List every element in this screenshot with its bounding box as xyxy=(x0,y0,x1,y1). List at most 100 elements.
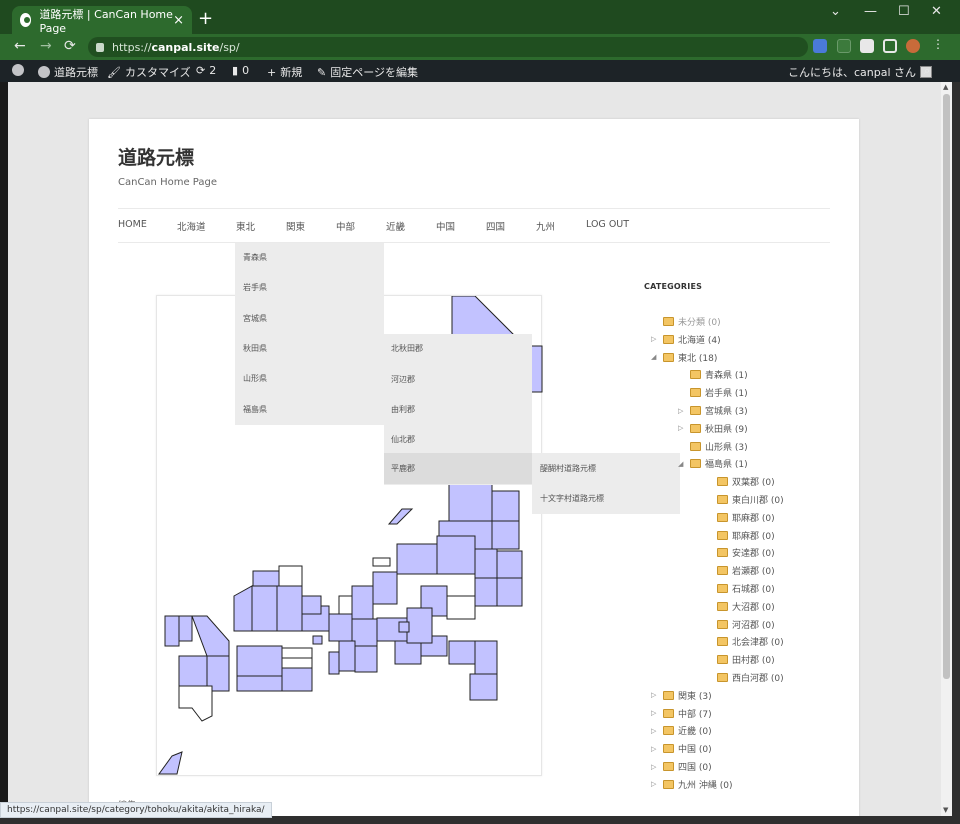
category-item[interactable]: ▷ 関東 (3) xyxy=(651,689,712,702)
map-region[interactable] xyxy=(281,667,313,692)
collapse-arrow-icon[interactable]: ◢ xyxy=(651,353,663,361)
category-item[interactable]: ▷ 近畿 (0) xyxy=(651,724,712,737)
map-region[interactable] xyxy=(236,675,283,692)
submenu-item-miyagi[interactable]: 宮城県 xyxy=(243,313,267,324)
site-title[interactable]: 道路元標 xyxy=(118,143,194,170)
map-region[interactable] xyxy=(372,557,391,567)
category-label[interactable]: 耶麻郡 (0) xyxy=(732,529,775,542)
menu-item-tohoku[interactable]: 東北 xyxy=(236,219,255,233)
category-item[interactable]: ▷ 九州 沖縄 (0) xyxy=(651,778,732,791)
category-label[interactable]: 大沼郡 (0) xyxy=(732,600,775,613)
expand-arrow-icon[interactable]: ▷ xyxy=(678,424,690,432)
menu-item-kanto[interactable]: 関東 xyxy=(286,219,305,233)
map-region[interactable] xyxy=(372,571,398,605)
scroll-down-arrow-icon[interactable]: ▼ xyxy=(943,806,948,814)
expand-arrow-icon[interactable]: ▷ xyxy=(651,780,663,788)
category-label[interactable]: 未分類 (0) xyxy=(678,315,721,328)
category-item[interactable]: 岩瀬郡 (0) xyxy=(705,564,775,577)
map-region[interactable] xyxy=(158,751,183,775)
admin-comments[interactable]: ▮ 0 xyxy=(232,64,249,77)
submenu-item-senboku[interactable]: 仙北郡 xyxy=(391,434,415,445)
category-item[interactable]: ▷ 中部 (7) xyxy=(651,707,712,720)
map-region[interactable] xyxy=(496,577,523,607)
expand-arrow-icon[interactable]: ▷ xyxy=(651,763,663,771)
submenu-item-yamagata[interactable]: 山形県 xyxy=(243,373,267,384)
expand-arrow-icon[interactable]: ▷ xyxy=(651,745,663,753)
map-region[interactable] xyxy=(252,570,280,587)
map-region[interactable] xyxy=(328,651,340,675)
admin-customize[interactable]: 🖌 カスタマイズ xyxy=(107,64,191,80)
scroll-up-arrow-icon[interactable]: ▲ xyxy=(943,83,948,91)
translate-extension-icon[interactable] xyxy=(813,39,827,53)
category-item[interactable]: ▷ 中国 (0) xyxy=(651,742,712,755)
category-item[interactable]: 大沼郡 (0) xyxy=(705,600,775,613)
admin-new[interactable]: + 新規 xyxy=(267,64,302,80)
category-item[interactable]: 岩手県 (1) xyxy=(678,386,748,399)
category-item[interactable]: ▷ 四国 (0) xyxy=(651,760,712,773)
map-region[interactable] xyxy=(491,490,520,522)
category-item[interactable]: 東白川郡 (0) xyxy=(705,493,784,506)
category-label[interactable]: 河沼郡 (0) xyxy=(732,618,775,631)
map-region[interactable] xyxy=(178,655,208,687)
category-item[interactable]: ▷ 宮城県 (3) xyxy=(678,404,748,417)
category-label[interactable]: 田村郡 (0) xyxy=(732,653,775,666)
category-label[interactable]: 中国 (0) xyxy=(678,742,712,755)
map-region[interactable] xyxy=(436,535,476,575)
menu-item-hokkaido[interactable]: 北海道 xyxy=(177,219,206,233)
admin-updates[interactable]: ⟳ 2 xyxy=(196,64,216,77)
category-item[interactable]: 西白河郡 (0) xyxy=(705,671,784,684)
category-label[interactable]: 四国 (0) xyxy=(678,760,712,773)
url-input[interactable]: https://canpal.site/sp/ xyxy=(88,37,808,57)
admin-search-icon[interactable]: ⌕ xyxy=(924,64,930,78)
category-item[interactable]: ◢ 東北 (18) xyxy=(651,351,717,364)
map-region[interactable] xyxy=(446,595,476,620)
category-label[interactable]: 秋田県 (9) xyxy=(705,422,748,435)
puzzle-extensions-icon[interactable] xyxy=(860,39,874,53)
category-item[interactable]: 耶麻郡 (0) xyxy=(705,511,775,524)
submenu-item-aomori[interactable]: 青森県 xyxy=(243,252,267,263)
map-region[interactable] xyxy=(191,615,230,657)
category-item[interactable]: ▷ 北海道 (4) xyxy=(651,333,721,346)
map-region[interactable] xyxy=(236,645,283,677)
category-label[interactable]: 安達郡 (0) xyxy=(732,546,775,559)
category-label[interactable]: 近畿 (0) xyxy=(678,724,712,737)
category-label[interactable]: 宮城県 (3) xyxy=(705,404,748,417)
maximize-button[interactable]: ☐ xyxy=(898,4,910,19)
category-item[interactable]: 未分類 (0) xyxy=(651,315,721,328)
category-label[interactable]: 九州 沖縄 (0) xyxy=(678,778,732,791)
category-item[interactable]: 青森県 (1) xyxy=(678,368,748,381)
map-region[interactable] xyxy=(351,585,374,620)
menu-item-kinki[interactable]: 近畿 xyxy=(386,219,405,233)
category-item[interactable]: 河沼郡 (0) xyxy=(705,618,775,631)
category-item[interactable]: 耶麻郡 (0) xyxy=(705,529,775,542)
map-region[interactable] xyxy=(394,640,422,665)
back-button[interactable]: ← xyxy=(14,38,26,54)
map-region[interactable] xyxy=(491,520,520,550)
map-region[interactable] xyxy=(469,673,498,701)
map-region[interactable] xyxy=(164,615,180,647)
category-label[interactable]: 北会津郡 (0) xyxy=(732,635,784,648)
map-region[interactable] xyxy=(251,585,278,632)
map-region[interactable] xyxy=(312,635,323,645)
menu-item-chugoku[interactable]: 中国 xyxy=(436,219,455,233)
map-region[interactable] xyxy=(387,508,414,525)
category-label[interactable]: 東北 (18) xyxy=(678,351,717,364)
tab-search-icon[interactable]: ⌄ xyxy=(830,4,841,19)
category-label[interactable]: 東白川郡 (0) xyxy=(732,493,784,506)
menu-item-logout[interactable]: LOG OUT xyxy=(586,219,629,230)
map-region[interactable] xyxy=(281,657,313,669)
reload-button[interactable]: ⟳ xyxy=(64,38,76,54)
menu-item-home[interactable]: HOME xyxy=(118,219,147,230)
expand-arrow-icon[interactable]: ▷ xyxy=(678,407,690,415)
browser-tab[interactable]: 道路元標 | CanCan Home Page × xyxy=(12,6,192,35)
category-label[interactable]: 福島県 (1) xyxy=(705,457,748,470)
expand-arrow-icon[interactable]: ▷ xyxy=(651,335,663,343)
category-label[interactable]: 中部 (7) xyxy=(678,707,712,720)
category-item[interactable]: 北会津郡 (0) xyxy=(705,635,784,648)
map-region[interactable] xyxy=(178,685,213,722)
submenu-item-hiraka[interactable]: 平鹿郡 xyxy=(391,463,415,474)
forward-button[interactable]: → xyxy=(40,38,52,54)
page-scrollbar[interactable]: ▲ ▼ xyxy=(941,82,952,816)
map-region[interactable] xyxy=(328,613,353,642)
map-region[interactable] xyxy=(448,640,476,665)
